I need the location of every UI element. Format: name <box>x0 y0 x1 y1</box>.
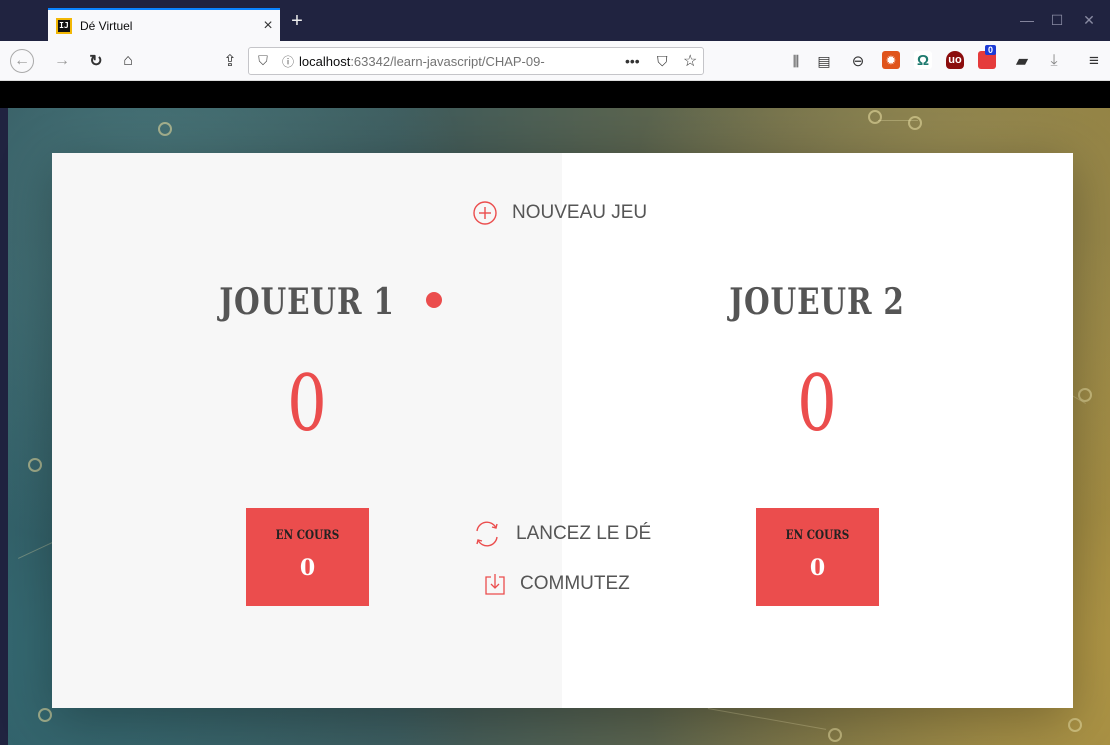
add-circle-icon <box>473 201 497 225</box>
bg-line <box>878 120 918 121</box>
extension-green-icon[interactable]: Ω <box>914 51 932 69</box>
hold-label: COMMUTEZ <box>520 573 630 594</box>
bg-line <box>707 708 827 730</box>
intellij-favicon-icon: IJ <box>56 17 72 34</box>
player-2-score: 0 <box>797 359 837 449</box>
url-bar[interactable]: ⛉ ⓘ localhost:63342/learn-javascript/CHA… <box>248 47 704 75</box>
tab-close-icon[interactable]: × <box>256 17 280 35</box>
page-actions-icon[interactable]: ••• <box>625 53 640 69</box>
player-2-current-box: EN COURS 0 <box>756 508 879 606</box>
player-1-name: JOUEUR 1 <box>219 281 395 323</box>
tab-title: Dé Virtuel <box>80 18 133 33</box>
save-page-icon[interactable]: ⇪ <box>218 49 242 73</box>
download-tray-icon <box>485 574 505 595</box>
account-icon[interactable]: ⊖ <box>846 49 870 73</box>
menu-hamburger-icon[interactable]: ≡ <box>1082 49 1106 73</box>
game-wrapper: JOUEUR 1 0 EN COURS 0 JOUEUR 2 0 EN COUR… <box>52 153 1073 708</box>
bg-node <box>868 110 882 124</box>
bg-node <box>1068 718 1082 732</box>
player-1-current-label: EN COURS <box>275 528 340 543</box>
player-1-current-score: 0 <box>299 555 316 581</box>
bg-node <box>28 458 42 472</box>
bg-node <box>828 728 842 742</box>
minimize-icon[interactable]: — <box>1012 8 1042 32</box>
browser-titlebar: IJ Dé Virtuel × + — ☐ ✕ <box>0 0 1110 41</box>
player-1-current-box: EN COURS 0 <box>246 508 369 606</box>
roll-dice-label: LANCEZ LE DÉ <box>516 523 652 544</box>
player-2-panel: JOUEUR 2 0 EN COURS 0 <box>562 153 1072 708</box>
browser-navbar: ← → ↻ ⌂ ⇪ ⛉ ⓘ localhost:63342/learn-java… <box>0 41 1110 81</box>
close-window-icon[interactable]: ✕ <box>1074 8 1104 32</box>
maximize-icon[interactable]: ☐ <box>1042 8 1072 32</box>
shield-icon[interactable]: ⛉ <box>249 53 277 69</box>
extension-orange-icon[interactable]: ✹ <box>882 51 900 69</box>
reload-icon[interactable]: ↻ <box>84 49 108 73</box>
refresh-icon <box>476 521 498 547</box>
pocket-icon[interactable]: ⛉ <box>657 53 668 70</box>
forward-arrow-icon[interactable]: → <box>50 49 74 73</box>
bg-node <box>38 708 52 722</box>
active-player-dot <box>426 292 442 308</box>
downloads-icon[interactable]: ⤓ <box>1042 49 1066 73</box>
devtools-bar <box>0 81 1110 108</box>
player-2-name: JOUEUR 2 <box>729 281 905 323</box>
home-icon[interactable]: ⌂ <box>116 49 140 73</box>
extension-badge-icon[interactable]: 0 <box>978 45 997 69</box>
player-2-current-label: EN COURS <box>785 528 850 543</box>
url-text[interactable]: localhost:63342/learn-javascript/CHAP-09… <box>299 54 579 69</box>
bookmark-star-icon[interactable]: ☆ <box>683 51 697 71</box>
player-2-current-score: 0 <box>809 555 826 581</box>
back-arrow-icon[interactable]: ← <box>10 49 34 73</box>
bg-node <box>908 116 922 130</box>
extension-badge-count: 0 <box>985 45 997 55</box>
info-icon[interactable]: ⓘ <box>277 53 299 70</box>
ublock-icon[interactable]: uo <box>946 51 964 69</box>
hold-button[interactable]: COMMUTEZ <box>484 572 630 596</box>
library-icon[interactable]: ⫼ <box>784 49 808 73</box>
comment-icon[interactable]: ▰ <box>1010 49 1034 73</box>
player-1-panel: JOUEUR 1 0 EN COURS 0 <box>52 153 562 708</box>
roll-dice-button[interactable]: LANCEZ LE DÉ <box>472 519 651 549</box>
player-1-score: 0 <box>287 359 327 449</box>
browser-tab[interactable]: IJ Dé Virtuel × <box>48 8 280 41</box>
new-tab-plus-icon[interactable]: + <box>286 10 308 32</box>
new-game-button[interactable]: NOUVEAU JEU <box>472 200 647 226</box>
bg-node <box>158 122 172 136</box>
sidebar-icon[interactable]: ▤ <box>812 49 836 73</box>
new-game-label: NOUVEAU JEU <box>512 202 648 223</box>
